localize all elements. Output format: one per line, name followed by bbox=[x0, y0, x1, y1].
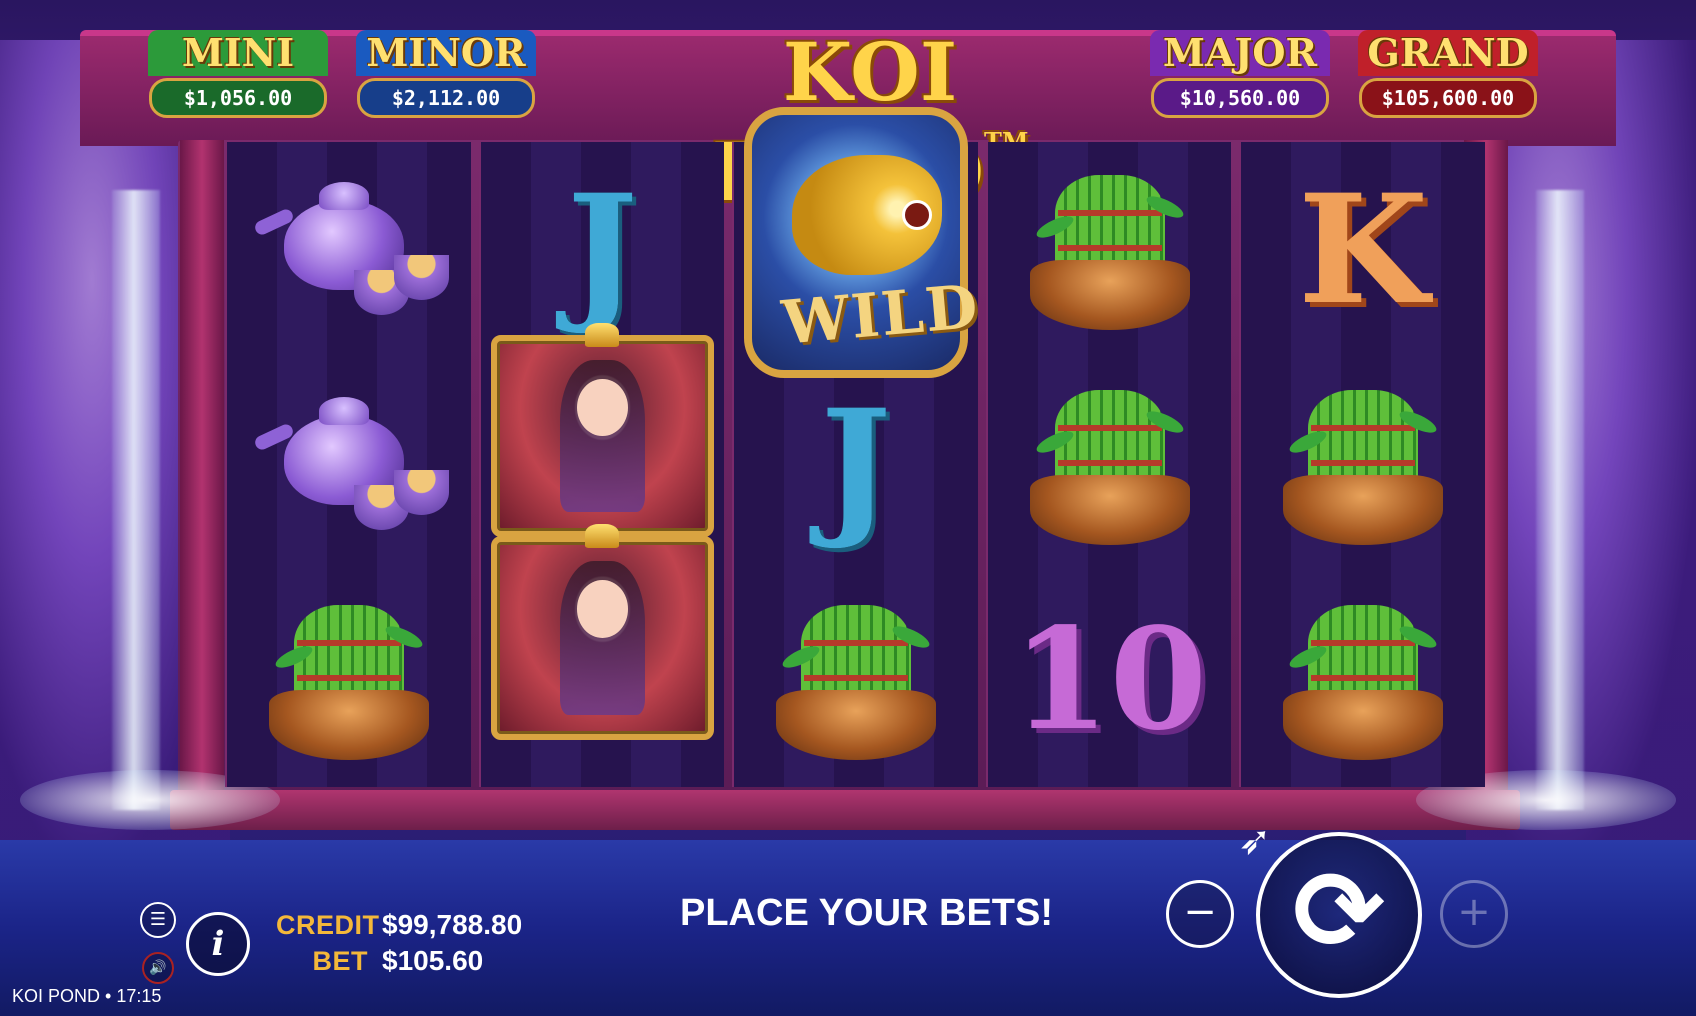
symbol-teapot bbox=[227, 357, 471, 572]
decrease-bet-button[interactable]: − bbox=[1166, 880, 1234, 948]
jackpot-grand-value: $105,600.00 bbox=[1359, 78, 1537, 118]
letter-j-symbol: J bbox=[566, 161, 638, 338]
jackpot-grand-label: GRAND bbox=[1358, 30, 1538, 76]
symbol-wild-koi: WILD bbox=[744, 107, 983, 378]
letter-j-symbol: J bbox=[820, 376, 892, 553]
symbol-princess bbox=[490, 323, 715, 537]
symbol-bamboo-pot bbox=[1241, 572, 1485, 787]
teapot-icon bbox=[252, 170, 449, 330]
letter-ten-symbol: 10 bbox=[1012, 597, 1207, 762]
credit-value: $99,788.80 bbox=[382, 909, 523, 940]
reels-grid: J WILD J 10 K bbox=[225, 107, 1485, 787]
cursor-pointer-icon: ➶ bbox=[1238, 818, 1272, 864]
teapot-icon bbox=[252, 385, 449, 545]
footer-game-time: KOI POND • 17:15 bbox=[12, 986, 162, 1006]
spin-button[interactable]: ⟳ bbox=[1256, 832, 1422, 998]
reel-1 bbox=[225, 142, 471, 787]
jackpot-major-value: $10,560.00 bbox=[1151, 78, 1329, 118]
plus-icon: + bbox=[1457, 889, 1491, 935]
jackpot-minor-value: $2,112.00 bbox=[357, 78, 535, 118]
symbol-bamboo-pot bbox=[988, 142, 1232, 357]
jackpot-major-label: MAJOR bbox=[1150, 30, 1330, 76]
bamboo-pot-icon bbox=[1029, 380, 1190, 550]
jackpot-minor: MINOR $2,112.00 bbox=[356, 30, 536, 118]
wild-label: WILD bbox=[779, 271, 983, 359]
symbol-k: K bbox=[1241, 142, 1485, 357]
bamboo-pot-icon bbox=[1283, 595, 1444, 765]
jackpot-mini-value: $1,056.00 bbox=[149, 78, 327, 118]
spin-refresh-icon: ⟳ bbox=[1292, 847, 1386, 975]
symbol-teapot bbox=[227, 142, 471, 357]
letter-k-symbol: K bbox=[1297, 161, 1429, 338]
speaker-icon: 🔊 bbox=[149, 960, 167, 976]
minus-icon: − bbox=[1183, 889, 1217, 935]
jackpot-minor-label: MINOR bbox=[356, 30, 536, 76]
status-message: PLACE YOUR BETS! bbox=[680, 892, 1054, 934]
menu-button[interactable]: ☰ bbox=[140, 902, 176, 938]
info-button[interactable]: i bbox=[186, 912, 250, 976]
frame-floor bbox=[170, 790, 1520, 830]
jackpot-mini: MINI $1,056.00 bbox=[148, 30, 328, 118]
info-icon: i bbox=[211, 924, 225, 964]
hamburger-menu-icon: ☰ bbox=[149, 909, 167, 930]
reel-5: K bbox=[1239, 142, 1485, 787]
waterfall-right bbox=[1536, 190, 1584, 810]
hud-values: $99,788.80 $105.60 bbox=[382, 907, 522, 979]
symbol-bamboo-pot bbox=[988, 357, 1232, 572]
bet-value: $105.60 bbox=[382, 945, 484, 976]
bet-label: BET bbox=[312, 946, 368, 976]
jackpot-grand: GRAND $105,600.00 bbox=[1358, 30, 1538, 118]
bamboo-pot-icon bbox=[775, 595, 936, 765]
reel-4: 10 bbox=[985, 142, 1232, 787]
increase-bet-button[interactable]: + bbox=[1440, 880, 1508, 948]
pillar-left bbox=[180, 140, 224, 795]
reel-3: WILD J bbox=[732, 107, 982, 787]
reel-2: J bbox=[478, 142, 725, 787]
crown-icon bbox=[585, 524, 620, 548]
hud-labels: CREDIT BET bbox=[276, 907, 380, 979]
bamboo-pot-icon bbox=[1029, 165, 1190, 335]
crown-icon bbox=[585, 323, 620, 347]
symbol-bamboo-pot bbox=[734, 572, 978, 787]
symbol-ten: 10 bbox=[988, 572, 1232, 787]
credit-label: CREDIT bbox=[276, 910, 380, 940]
symbol-bamboo-pot bbox=[227, 572, 471, 787]
bamboo-pot-icon bbox=[268, 595, 429, 765]
waterfall-left bbox=[112, 190, 160, 810]
jackpot-major: MAJOR $10,560.00 bbox=[1150, 30, 1330, 118]
bamboo-pot-icon bbox=[1283, 380, 1444, 550]
symbol-bamboo-pot bbox=[1241, 357, 1485, 572]
sound-toggle-button[interactable]: 🔊 bbox=[142, 952, 174, 984]
symbol-princess bbox=[490, 524, 715, 740]
jackpot-mini-label: MINI bbox=[148, 30, 328, 76]
symbol-j: J bbox=[734, 357, 978, 572]
